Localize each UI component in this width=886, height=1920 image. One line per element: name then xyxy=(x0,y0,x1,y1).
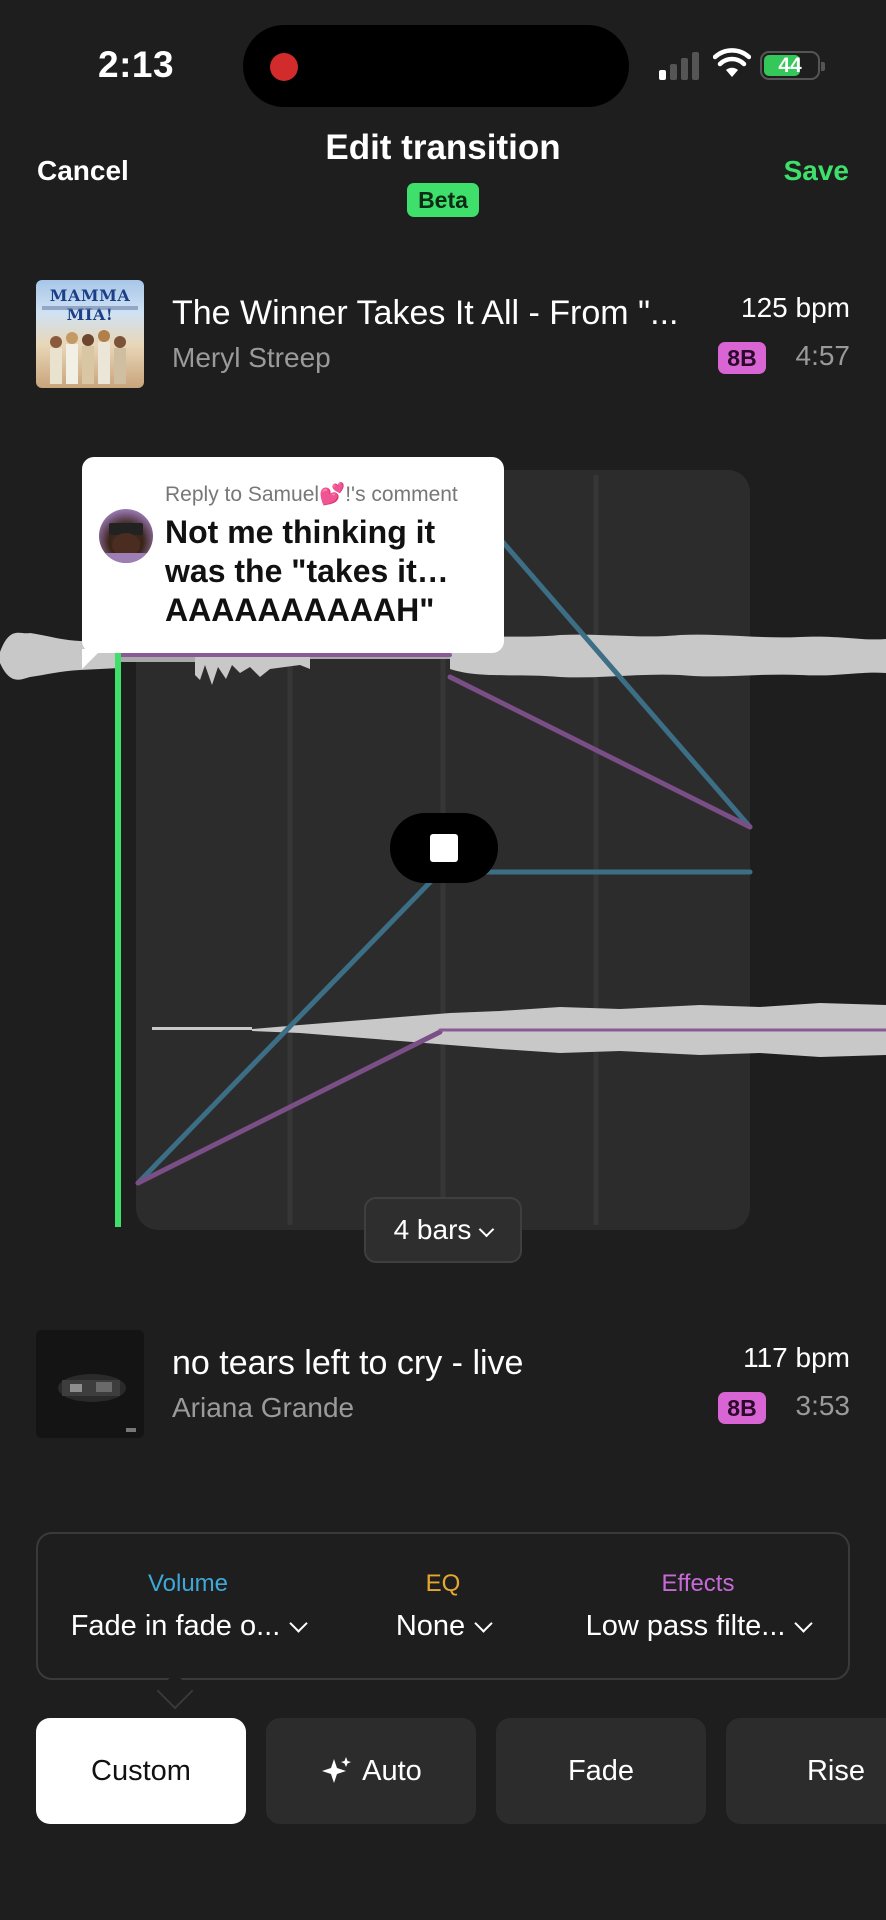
stop-button[interactable] xyxy=(390,813,498,883)
track-row-from[interactable]: MAMMA MIA! The Winner Takes It All - Fro… xyxy=(0,280,886,390)
volume-control[interactable]: Volume Fade in fade o... xyxy=(38,1570,338,1643)
track-duration: 3:53 xyxy=(795,1390,851,1421)
chevron-down-icon xyxy=(474,1614,493,1633)
comment-bubble[interactable]: Reply to Samuel💕!'s comment Not me think… xyxy=(82,457,504,669)
eq-control[interactable]: EQ None xyxy=(338,1570,548,1643)
track-bpm: 117 bpm xyxy=(743,1342,850,1373)
track-title: The Winner Takes It All - From "... xyxy=(172,294,679,332)
track-bpm: 125 bpm xyxy=(741,292,850,323)
chevron-down-icon xyxy=(479,1221,495,1238)
eq-value: None xyxy=(395,1610,466,1642)
preset-custom[interactable]: Custom xyxy=(36,1718,246,1824)
album-art: MAMMA MIA! xyxy=(36,280,144,388)
dynamic-island xyxy=(243,25,629,107)
volume-label: Volume xyxy=(147,1570,229,1597)
chevron-down-icon xyxy=(289,1614,308,1633)
comment-reply-to: Reply to Samuel💕!'s comment xyxy=(165,483,458,506)
battery-icon: 44 xyxy=(760,51,825,80)
bars-label: 4 bars xyxy=(393,1214,472,1245)
key-badge: 8B xyxy=(718,1392,766,1424)
preset-rise[interactable]: Rise xyxy=(726,1718,886,1824)
track-title: no tears left to cry - live xyxy=(172,1344,524,1382)
page-title: Edit transition xyxy=(325,128,561,167)
stop-icon xyxy=(430,834,458,862)
volume-value: Fade in fade o... xyxy=(70,1610,281,1642)
comment-text: Not me thinking it was the "takes it… AA… xyxy=(165,514,449,628)
comment-tail xyxy=(82,649,102,669)
track-artist: Ariana Grande xyxy=(172,1392,355,1423)
controls-pointer xyxy=(156,1672,194,1710)
effects-value: Low pass filte... xyxy=(585,1610,786,1642)
album-art xyxy=(36,1330,144,1438)
battery-level: 44 xyxy=(778,54,802,77)
cellular-signal-icon xyxy=(659,52,699,80)
save-button[interactable]: Save xyxy=(784,155,849,187)
preset-fade[interactable]: Fade xyxy=(496,1718,706,1824)
recording-dot-icon xyxy=(270,53,298,81)
chevron-down-icon xyxy=(794,1614,814,1633)
track-duration: 4:57 xyxy=(795,340,851,371)
beta-badge: Beta xyxy=(407,183,479,217)
status-time: 2:13 xyxy=(98,44,175,85)
effects-label: Effects xyxy=(661,1570,735,1597)
effects-control[interactable]: Effects Low pass filte... xyxy=(548,1570,848,1643)
key-badge: 8B xyxy=(718,342,766,374)
sparkle-icon xyxy=(322,1757,352,1783)
eq-label: EQ xyxy=(425,1570,461,1597)
album-logo: MAMMA MIA! xyxy=(49,286,131,324)
status-bar: 2:13 44 xyxy=(0,0,886,130)
track-artist: Meryl Streep xyxy=(172,342,331,373)
preset-auto[interactable]: Auto xyxy=(266,1718,476,1824)
wifi-icon xyxy=(713,48,751,77)
preset-auto-label: Auto xyxy=(362,1755,422,1787)
track-row-to[interactable]: no tears left to cry - live Ariana Grand… xyxy=(0,1330,886,1440)
avatar xyxy=(99,509,153,563)
bars-dropdown[interactable]: 4 bars xyxy=(364,1197,522,1263)
transition-controls: Volume Fade in fade o... EQ None Effects… xyxy=(36,1532,850,1710)
